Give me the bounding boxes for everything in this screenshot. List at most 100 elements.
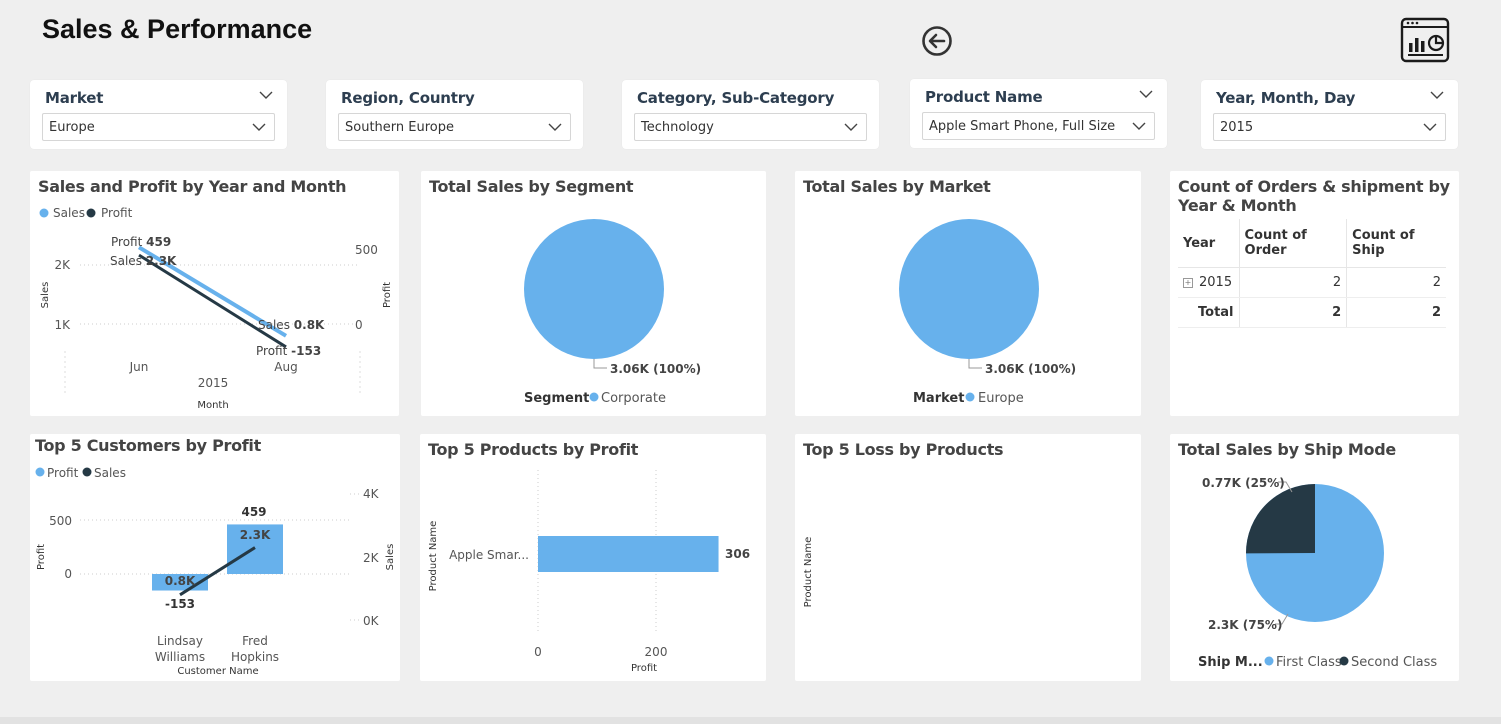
pie-slice-europe[interactable] xyxy=(899,219,1039,359)
chart-canvas: 0.77K (25%) 2.3K (75%) Ship M... First C… xyxy=(1198,476,1437,670)
total-label: Total xyxy=(1178,297,1240,328)
x-axis-label: Profit xyxy=(631,663,657,674)
pie-slice-second-class[interactable] xyxy=(1245,484,1315,554)
slicer-value: Apple Smart Phone, Full Size xyxy=(929,119,1116,134)
slicer-region-country[interactable]: Region, Country Southern Europe xyxy=(326,80,583,149)
chart-canvas: Sales Profit 2K 1K 500 0 Sales Profit Pr… xyxy=(39,206,393,411)
slicer-title: Year, Month, Day xyxy=(1216,89,1356,107)
back-arrow-icon[interactable] xyxy=(920,24,954,58)
slicer-category[interactable]: Category, Sub-Category Technology xyxy=(622,80,879,149)
y2-tick: 2K xyxy=(363,551,380,565)
legend-label: Second Class xyxy=(1351,655,1437,670)
legend-marker-profit xyxy=(86,208,96,218)
y-tick: 1K xyxy=(54,318,71,332)
x-tick: Williams xyxy=(155,650,205,664)
chevron-down-icon[interactable] xyxy=(1132,121,1146,131)
chevron-down-icon[interactable] xyxy=(844,122,858,132)
slicer-dropdown[interactable]: Apple Smart Phone, Full Size xyxy=(922,112,1155,140)
chevron-down-icon[interactable] xyxy=(1423,122,1437,132)
top-products-bar-chart[interactable]: Top 5 Products by Profit Product Name Ap… xyxy=(420,434,766,681)
legend-marker xyxy=(589,392,599,402)
report-page-icon[interactable] xyxy=(1400,17,1450,63)
cell-orders: 2 xyxy=(1239,267,1348,298)
top-loss-products-chart[interactable]: Top 5 Loss by Products Product Name xyxy=(795,434,1141,681)
chevron-down-icon[interactable] xyxy=(548,122,562,132)
x-tick: 0 xyxy=(534,645,542,659)
chart-canvas: 3.06K (100%) Market Europe xyxy=(899,219,1076,406)
table-title: Count of Orders & shipment by Year & Mon… xyxy=(1178,177,1450,215)
y-tick: 0 xyxy=(64,567,72,581)
segment-pie-chart[interactable]: Total Sales by Segment 3.06K (100%) Segm… xyxy=(421,171,766,416)
page-bottom-bar xyxy=(0,717,1501,724)
total-orders: 2 xyxy=(1239,297,1348,328)
sales-profit-line-chart[interactable]: Sales and Profit by Year and Month Sales… xyxy=(30,171,399,416)
x-axis-label: Month xyxy=(197,400,228,411)
product-bar[interactable] xyxy=(538,536,719,572)
total-ship: 2 xyxy=(1346,297,1446,328)
pie-slice-corporate[interactable] xyxy=(524,219,664,359)
legend-label: Profit xyxy=(101,206,133,220)
column-header[interactable]: Year xyxy=(1178,219,1240,268)
chevron-down-icon[interactable] xyxy=(1430,90,1444,100)
chart-canvas: Product Name Apple Smar... 306 0 200 Pro… xyxy=(428,470,750,674)
table-row: +2015 2 2 xyxy=(1178,267,1446,298)
matrix-table: Year Count of Order Count of Ship +2015 … xyxy=(1178,219,1446,328)
data-label: 2.3K (75%) xyxy=(1208,618,1282,632)
series-line-profit[interactable] xyxy=(138,253,287,349)
chevron-down-icon[interactable] xyxy=(252,122,266,132)
data-label: 0.77K (25%) xyxy=(1202,476,1285,490)
chevron-down-icon[interactable] xyxy=(1139,89,1153,99)
y-tick: Apple Smar... xyxy=(449,548,529,562)
leader-line xyxy=(593,359,607,369)
y-axis-label: Profit xyxy=(36,544,47,570)
y-tick: 2K xyxy=(54,258,71,272)
slicer-year-month-day[interactable]: Year, Month, Day 2015 xyxy=(1201,80,1458,149)
legend-label: Sales xyxy=(53,206,85,220)
slicer-market[interactable]: Market Europe xyxy=(30,80,287,149)
column-header[interactable]: Count of Ship xyxy=(1346,219,1446,268)
y-axis-label: Sales xyxy=(40,282,51,309)
y-axis-label: Product Name xyxy=(803,537,814,608)
x-tick: Fred xyxy=(242,634,268,648)
year-label: 2015 xyxy=(198,376,229,390)
y-tick: 500 xyxy=(49,514,72,528)
y-axis-label: Product Name xyxy=(428,521,439,592)
y2-tick: 4K xyxy=(363,487,380,501)
top-customers-combo-chart[interactable]: Top 5 Customers by Profit Profit Sales 5… xyxy=(30,434,400,681)
slicer-title: Product Name xyxy=(925,88,1043,106)
chart-canvas: Product Name xyxy=(803,537,814,608)
x-axis-label: Customer Name xyxy=(177,666,258,677)
data-label: Sales 2.3K xyxy=(110,254,177,268)
slicer-value: Southern Europe xyxy=(345,120,454,135)
slicer-value: 2015 xyxy=(1220,120,1254,135)
slicer-dropdown[interactable]: 2015 xyxy=(1213,113,1446,141)
chevron-down-icon[interactable] xyxy=(259,90,273,100)
data-label: Profit -153 xyxy=(256,344,321,358)
slicer-value: Technology xyxy=(641,120,714,135)
y2-tick: 0K xyxy=(363,614,380,628)
legend-title: Segment xyxy=(524,391,589,406)
market-pie-chart[interactable]: Total Sales by Market 3.06K (100%) Marke… xyxy=(795,171,1141,416)
orders-shipment-table[interactable]: Count of Orders & shipment by Year & Mon… xyxy=(1170,171,1459,416)
legend-title: Ship M... xyxy=(1198,655,1263,670)
cell-ship: 2 xyxy=(1346,267,1446,298)
data-label: Sales 0.8K xyxy=(258,318,325,332)
slicer-title: Region, Country xyxy=(341,89,475,107)
slicer-product-name[interactable]: Product Name Apple Smart Phone, Full Siz… xyxy=(910,79,1167,148)
slicer-dropdown[interactable]: Technology xyxy=(634,113,867,141)
x-tick: Lindsay xyxy=(157,634,203,648)
column-header[interactable]: Count of Order xyxy=(1239,219,1348,268)
row-year: 2015 xyxy=(1199,275,1233,290)
legend-marker-sales xyxy=(39,208,49,218)
slicer-dropdown[interactable]: Southern Europe xyxy=(338,113,571,141)
data-label-profit: 459 xyxy=(241,505,266,519)
expand-icon[interactable]: + xyxy=(1183,277,1193,288)
chart-canvas: Profit Sales 500 0 4K 2K 0K Profit Sales… xyxy=(35,466,396,677)
data-label-profit: -153 xyxy=(165,597,195,611)
total-row: Total 2 2 xyxy=(1178,297,1446,328)
x-tick: Hopkins xyxy=(231,650,279,664)
x-tick: Jun xyxy=(129,360,149,374)
shipmode-pie-chart[interactable]: Total Sales by Ship Mode 0.77K (25%) 2.3… xyxy=(1170,434,1459,681)
legend-label: First Class xyxy=(1276,655,1342,670)
slicer-dropdown[interactable]: Europe xyxy=(42,113,275,141)
